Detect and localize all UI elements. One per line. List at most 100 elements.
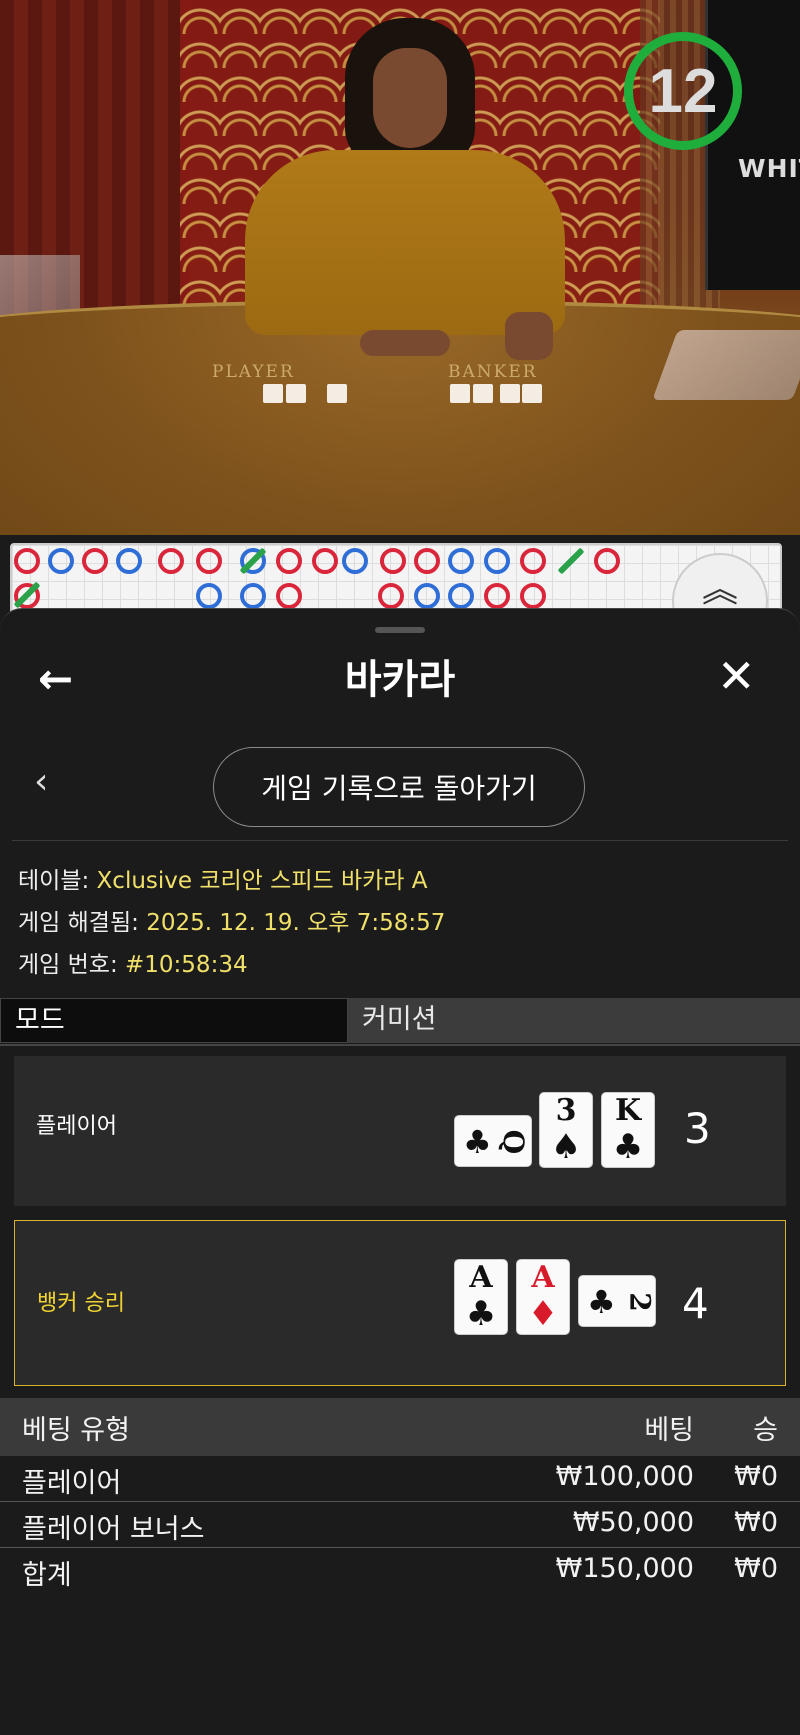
- bet-amount: ₩100,000: [555, 1461, 694, 1492]
- road-dot-player: [448, 548, 474, 574]
- bets-table-header: 베팅 유형 베팅 승: [0, 1398, 800, 1456]
- road-dot-banker: [158, 548, 184, 574]
- card-suit: ♣: [463, 1123, 492, 1161]
- banker-total: 4: [682, 1279, 709, 1328]
- chevron-left-icon[interactable]: ‹: [34, 761, 48, 802]
- game-number-value: #10:58:34: [125, 952, 248, 978]
- back-to-history-button[interactable]: 게임 기록으로 돌아가기: [213, 747, 585, 827]
- game-history-panel: ← 바카라 ✕ ‹ 게임 기록으로 돌아가기 테이블: Xclusive 코리안…: [0, 608, 800, 1735]
- table-row: 플레이어 ₩100,000 ₩0: [0, 1457, 800, 1502]
- player-hand: 플레이어 ♣ Q 3 ♠ K ♣ 3: [14, 1056, 786, 1206]
- close-icon[interactable]: ✕: [717, 649, 756, 703]
- road-dot-player: [484, 548, 510, 574]
- resolved-info: 게임 해결됨: 2025. 12. 19. 오후 7:58:57: [18, 903, 445, 937]
- countdown-value: 12: [648, 56, 718, 126]
- table-value: Xclusive 코리안 스피드 바카라 A: [96, 868, 428, 894]
- monitor-text: WHITE: [738, 154, 800, 183]
- road-dot-banker: [196, 548, 222, 574]
- card-rank: A: [531, 1260, 555, 1295]
- road-dot-banker: [594, 548, 620, 574]
- dealer-body: [245, 150, 565, 335]
- banker-hand: 뱅커 승리 A ♣ A ♦ ♣ 2 4: [14, 1220, 786, 1386]
- road-dot-banker: [520, 548, 546, 574]
- mode-value: 커미션: [348, 998, 800, 1043]
- countdown-timer: 12: [624, 32, 742, 150]
- bet-type: 플레이어 보너스: [22, 1514, 205, 1545]
- game-number-label: 게임 번호:: [18, 952, 118, 978]
- win-amount: ₩0: [734, 1507, 778, 1538]
- bet-type: 플레이어: [22, 1468, 122, 1499]
- card-rank: A: [469, 1260, 493, 1295]
- player-hand-label: 플레이어: [36, 1114, 117, 1139]
- felt-label-banker: BANKER: [448, 362, 538, 382]
- table-card: [500, 384, 520, 403]
- header-bet-type: 베팅 유형: [22, 1415, 130, 1446]
- playing-card: A ♦: [516, 1259, 570, 1335]
- road-dot-banker: [312, 548, 338, 574]
- road-dot-player: [414, 583, 440, 609]
- table-info: 테이블: Xclusive 코리안 스피드 바카라 A: [18, 861, 427, 895]
- road-map[interactable]: [10, 543, 782, 617]
- table-card: [327, 384, 347, 403]
- card-suit: ♠: [550, 1127, 582, 1167]
- card-rank: 3: [555, 1093, 577, 1128]
- playing-card: ♣ Q: [454, 1115, 532, 1167]
- road-dot-banker: [380, 548, 406, 574]
- road-dot-banker: [520, 583, 546, 609]
- card-rank: Q: [496, 1129, 530, 1155]
- resolved-label: 게임 해결됨:: [18, 910, 139, 936]
- card-suit: ♣: [612, 1127, 644, 1167]
- player-total: 3: [684, 1104, 711, 1153]
- drag-handle[interactable]: [375, 627, 425, 633]
- table-card: [522, 384, 542, 403]
- card-rank: 2: [623, 1292, 657, 1312]
- road-dot-banker: [378, 583, 404, 609]
- mode-label: 모드: [0, 998, 348, 1043]
- playing-card: K ♣: [601, 1092, 655, 1168]
- road-dot-banker: [484, 583, 510, 609]
- road-dot-player: [240, 583, 266, 609]
- road-dot-banker: [276, 583, 302, 609]
- header-bet: 베팅: [644, 1415, 694, 1446]
- road-dot-banker: [414, 548, 440, 574]
- win-amount: ₩0: [734, 1461, 778, 1492]
- road-dot-player: [48, 548, 74, 574]
- table-card: [473, 384, 493, 403]
- card-suit: ♣: [587, 1283, 616, 1321]
- felt-label-player: PLAYER: [212, 362, 295, 382]
- card-shoe: [652, 330, 800, 400]
- live-video[interactable]: WHITE PLAYER BANKER 12: [0, 0, 800, 535]
- road-tie-mark: [557, 547, 585, 575]
- playing-card: ♣ 2: [578, 1275, 656, 1327]
- card-rank: K: [614, 1093, 642, 1128]
- total-win: ₩0: [734, 1553, 778, 1584]
- divider: [12, 840, 788, 841]
- divider: [0, 1044, 800, 1046]
- dealer-face: [373, 48, 447, 148]
- playing-card: 3 ♠: [539, 1092, 593, 1168]
- total-row: 합계 ₩150,000 ₩0: [0, 1549, 800, 1593]
- resolved-value: 2025. 12. 19. 오후 7:58:57: [146, 910, 446, 936]
- bet-amount: ₩50,000: [572, 1507, 694, 1538]
- dealer-hand: [360, 330, 450, 356]
- panel-title: 바카라: [344, 657, 456, 703]
- road-dot-player: [116, 548, 142, 574]
- dealer-hand: [505, 312, 553, 360]
- table-label: 테이블:: [18, 868, 90, 894]
- table-card: [286, 384, 306, 403]
- road-dot-player: [448, 583, 474, 609]
- table-card: [263, 384, 283, 403]
- road-dot-player: [196, 583, 222, 609]
- playing-card: A ♣: [454, 1259, 508, 1335]
- table-row: 플레이어 보너스 ₩50,000 ₩0: [0, 1503, 800, 1548]
- banker-hand-label: 뱅커 승리: [37, 1291, 125, 1316]
- game-number-info: 게임 번호: #10:58:34: [18, 945, 248, 979]
- total-bet: ₩150,000: [555, 1553, 694, 1584]
- road-dot-banker: [276, 548, 302, 574]
- road-dot-banker: [14, 548, 40, 574]
- table-card: [450, 384, 470, 403]
- header-win: 승: [753, 1415, 778, 1446]
- road-dot-player: [342, 548, 368, 574]
- card-suit: ♦: [527, 1294, 559, 1334]
- mode-row: 모드 커미션: [0, 998, 800, 1043]
